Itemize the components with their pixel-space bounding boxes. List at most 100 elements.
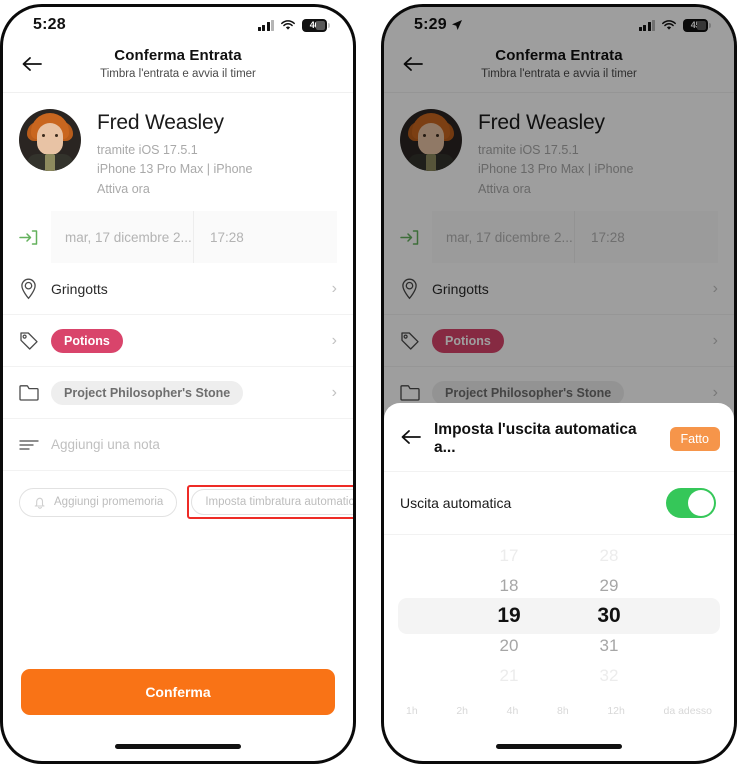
row-note-body: Aggiungi una nota	[51, 437, 337, 452]
datetime-fields[interactable]: mar, 17 dicembre 2... 17:28	[432, 211, 718, 264]
minutes-column[interactable]: 28 29 30 31 32	[582, 541, 636, 691]
quick-duration-row: 1h 2h 4h 8h 12h da adesso	[384, 691, 734, 717]
minutes-below[interactable]: 31	[582, 631, 636, 661]
user-meta-os: tramite iOS 17.5.1	[97, 143, 198, 157]
chevron-right-icon[interactable]: ›	[324, 384, 337, 402]
confirm-button[interactable]: Conferma	[21, 669, 335, 715]
quick-option-2h[interactable]: 2h	[456, 705, 468, 717]
datetime-row[interactable]: mar, 17 dicembre 2... 17:28	[384, 211, 734, 264]
hours-above[interactable]: 18	[482, 571, 536, 601]
hours-selected[interactable]: 19	[482, 601, 536, 631]
chevron-right-icon[interactable]: ›	[705, 332, 718, 350]
user-meta: tramite iOS 17.5.1 iPhone 13 Pro Max | i…	[97, 141, 252, 199]
home-indicator	[496, 744, 622, 749]
chevron-right-icon[interactable]: ›	[705, 280, 718, 298]
status-badge[interactable]: Potions	[51, 328, 123, 353]
user-meta-device: iPhone 13 Pro Max | iPhone	[478, 162, 634, 177]
hours-far-below[interactable]: 21	[482, 661, 536, 691]
back-arrow-icon[interactable]	[17, 49, 47, 79]
project-chip[interactable]: Project Philosopher's Stone	[432, 380, 625, 405]
cellular-bars-icon	[257, 19, 274, 31]
phone-left-screen: 5:28 46 Conferma Entrata Timbra l'entrat…	[3, 7, 353, 761]
set-auto-clockout-button[interactable]: Imposta timbratura automatica	[191, 489, 353, 516]
location-label: Gringotts	[432, 280, 489, 297]
location-pin-icon	[19, 278, 51, 300]
phone-left: 5:28 46 Conferma Entrata Timbra l'entrat…	[0, 4, 356, 764]
chevron-right-icon[interactable]: ›	[324, 332, 337, 350]
time-field[interactable]: 17:28	[575, 211, 718, 263]
picker-columns: 17 18 19 20 21 28 29 30 31 32	[384, 541, 734, 691]
avatar	[19, 109, 81, 171]
quick-option-12h[interactable]: 12h	[607, 705, 625, 717]
status-bar-time: 5:29	[414, 16, 463, 34]
row-tag-body: Potions	[432, 328, 705, 353]
done-button[interactable]: Fatto	[669, 427, 720, 451]
chevron-right-icon[interactable]: ›	[705, 384, 718, 402]
minutes-above[interactable]: 29	[582, 571, 636, 601]
auto-clock-highlight: Imposta timbratura automatica	[187, 485, 353, 520]
add-reminder-label: Aggiungi promemoria	[54, 496, 164, 509]
page-subtitle: Timbra l'entrata e avvia il timer	[100, 68, 256, 80]
user-card: Fred Weasley tramite iOS 17.5.1 iPhone 1…	[384, 93, 734, 211]
status-bar-indicators: 46	[257, 18, 330, 32]
row-tag[interactable]: Potions ›	[384, 315, 734, 368]
check-in-arrow-icon	[400, 211, 432, 263]
date-field[interactable]: mar, 17 dicembre 2...	[432, 211, 575, 264]
auto-clockout-switch[interactable]	[666, 488, 716, 518]
row-location-body: Gringotts	[51, 281, 324, 297]
cta-container: Conferma	[3, 669, 353, 715]
hours-below[interactable]: 20	[482, 631, 536, 661]
hours-column[interactable]: 17 18 19 20 21	[482, 541, 536, 691]
tag-icon	[19, 331, 51, 351]
minutes-far-above[interactable]: 28	[582, 541, 636, 571]
chevron-right-icon[interactable]: ›	[324, 280, 337, 298]
status-bar: 5:28 46	[3, 7, 353, 41]
minutes-far-below[interactable]: 32	[582, 661, 636, 691]
status-bar-time-value: 5:29	[414, 16, 447, 33]
sheet-header: Imposta l'uscita automatica a... Fatto	[384, 403, 734, 472]
status-badge[interactable]: Potions	[432, 328, 504, 353]
note-input[interactable]: Aggiungi una nota	[51, 437, 160, 452]
date-field[interactable]: mar, 17 dicembre 2...	[51, 211, 194, 264]
minutes-selected[interactable]: 30	[582, 601, 636, 631]
phone-right: 5:29 45 Conferma Entrata Timbra l'entrat…	[381, 4, 737, 764]
folder-icon	[19, 384, 51, 401]
quick-option-from-now[interactable]: da adesso	[663, 705, 711, 717]
row-location[interactable]: Gringotts ›	[3, 263, 353, 316]
user-meta-activity: Attiva ora	[97, 181, 150, 196]
duration-picker[interactable]: 17 18 19 20 21 28 29 30 31 32	[384, 541, 734, 691]
datetime-row[interactable]: mar, 17 dicembre 2... 17:28	[3, 211, 353, 264]
detail-rows: Gringotts › Potions › Project Philosophe…	[384, 263, 734, 420]
user-card: Fred Weasley tramite iOS 17.5.1 iPhone 1…	[3, 93, 353, 211]
tag-icon	[400, 331, 432, 351]
row-location[interactable]: Gringotts ›	[384, 263, 734, 316]
project-chip[interactable]: Project Philosopher's Stone	[51, 380, 244, 405]
location-pin-icon	[400, 278, 432, 300]
datetime-fields[interactable]: mar, 17 dicembre 2... 17:28	[51, 211, 337, 264]
row-project[interactable]: Project Philosopher's Stone ›	[3, 367, 353, 420]
quick-option-1h[interactable]: 1h	[406, 705, 418, 717]
detail-rows: Gringotts › Potions › Project Philosophe…	[3, 263, 353, 472]
add-reminder-button[interactable]: Aggiungi promemoria	[19, 487, 178, 517]
quick-option-4h[interactable]: 4h	[507, 705, 519, 717]
time-field[interactable]: 17:28	[194, 211, 337, 263]
wifi-icon	[662, 20, 676, 30]
status-bar-indicators: 45	[638, 18, 711, 32]
back-arrow-icon[interactable]	[398, 49, 428, 79]
user-name: Fred Weasley	[97, 111, 224, 134]
quick-option-8h[interactable]: 8h	[557, 705, 569, 717]
back-arrow-icon[interactable]	[400, 428, 422, 451]
user-info: Fred Weasley tramite iOS 17.5.1 iPhone 1…	[97, 109, 252, 199]
user-meta-activity: Attiva ora	[478, 181, 531, 196]
page-title: Conferma Entrata	[114, 47, 242, 64]
auto-clockout-sheet: Imposta l'uscita automatica a... Fatto U…	[384, 403, 734, 761]
page-title: Conferma Entrata	[495, 47, 623, 64]
status-bar-time: 5:28	[33, 16, 66, 33]
cellular-bars-icon	[638, 19, 655, 31]
location-label: Gringotts	[51, 280, 108, 297]
row-note[interactable]: Aggiungi una nota	[3, 419, 353, 472]
row-tag[interactable]: Potions ›	[3, 315, 353, 368]
auto-clockout-toggle-row[interactable]: Uscita automatica	[384, 472, 734, 535]
hours-far-above[interactable]: 17	[482, 541, 536, 571]
row-location-body: Gringotts	[432, 281, 705, 297]
